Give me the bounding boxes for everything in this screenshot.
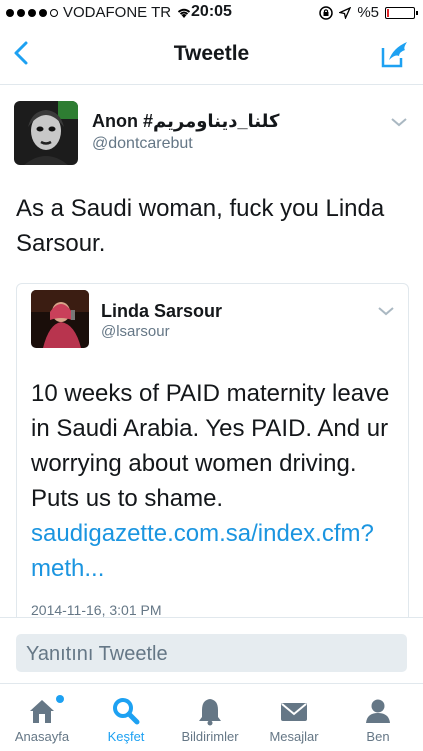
quoted-text-body: 10 weeks of PAID maternity leave in Saud… <box>31 380 390 512</box>
quoted-user-name[interactable]: Linda Sarsour <box>101 301 222 322</box>
home-icon <box>30 700 54 723</box>
tab-home[interactable]: Anasayfa <box>0 684 84 751</box>
status-bar: VODAFONE TR 20:05 %5 <box>0 0 423 26</box>
tab-label: Ben <box>366 729 390 744</box>
quoted-avatar[interactable] <box>31 290 89 348</box>
tab-explore[interactable]: Keşfet <box>84 684 168 751</box>
tab-label: Bildirimler <box>181 729 239 744</box>
battery-percent: %5 <box>357 4 379 21</box>
notification-dot <box>56 695 64 703</box>
reply-input[interactable]: Yanıtını Tweetle <box>16 634 407 672</box>
avatar[interactable] <box>14 101 78 165</box>
search-icon <box>113 698 140 725</box>
rotation-lock-icon <box>319 5 334 20</box>
page-title: Tweetle <box>173 42 250 65</box>
user-handle[interactable]: @dontcarebut <box>92 135 193 153</box>
tab-notifications[interactable]: Bildirimler <box>168 684 252 751</box>
envelope-icon <box>281 703 307 721</box>
quoted-tweet-text: 10 weeks of PAID maternity leave in Saud… <box>31 376 396 586</box>
chevron-down-icon[interactable] <box>391 117 407 127</box>
chevron-down-icon[interactable] <box>378 306 394 316</box>
location-arrow-icon <box>339 6 352 19</box>
reply-bar: Yanıtını Tweetle <box>0 617 423 684</box>
bell-icon <box>199 699 221 726</box>
quoted-tweet[interactable]: Linda Sarsour @lsarsour 10 weeks of PAID… <box>16 283 409 635</box>
tweet-link[interactable]: saudigazette.com.sa/index.cfm?meth... <box>31 520 374 582</box>
tweet-timestamp: 2014-11-16, 3:01 PM <box>31 602 162 618</box>
tab-profile[interactable]: Ben <box>336 684 420 751</box>
tab-messages[interactable]: Mesajlar <box>252 684 336 751</box>
navigation-bar: Tweetle <box>0 26 423 85</box>
tab-label: Mesajlar <box>269 729 319 744</box>
tab-label: Anasayfa <box>14 729 70 744</box>
person-icon <box>366 699 390 723</box>
tab-bar: Anasayfa Keşfet Bildirimler Mesajlar Ben <box>0 683 423 751</box>
quoted-user-handle[interactable]: @lsarsour <box>101 323 170 340</box>
user-name[interactable]: Anon #كلنا_ديناومريم <box>92 111 279 132</box>
battery-icon <box>385 6 418 19</box>
tweet-text: As a Saudi woman, fuck you Linda Sarsour… <box>16 195 385 257</box>
compose-tweet-icon[interactable] <box>379 38 411 70</box>
tab-label: Keşfet <box>107 729 145 744</box>
